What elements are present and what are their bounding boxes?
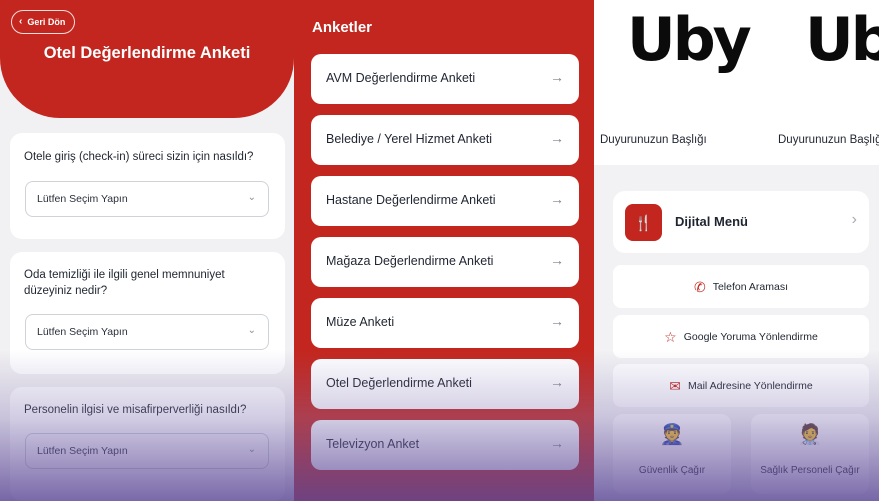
announcement-carousel: Uby Uby Duyurunuzun Başlığı Duyurunuzun … (594, 0, 879, 165)
survey-header: ‹ Geri Dön Otel Değerlendirme Anketi (0, 0, 294, 118)
brand-logo: Uby (627, 5, 752, 75)
back-button-label: Geri Dön (27, 17, 66, 27)
survey-item-label: AVM Değerlendirme Anketi (326, 71, 476, 85)
question-card: Oda temizliği ile ilgili genel memnuniye… (10, 252, 285, 374)
call-medical-staff-label: Sağlık Personeli Çağır (760, 465, 860, 476)
mail-button[interactable]: ✉ Mail Adresine Yönlendirme (613, 364, 869, 407)
call-security-label: Güvenlik Çağır (638, 465, 706, 476)
chevron-down-icon: ⌄ (247, 444, 256, 455)
mail-label: Mail Adresine Yönlendirme (688, 379, 813, 392)
chevron-down-icon: ⌄ (247, 325, 256, 336)
question-text: Otele giriş (check-in) süreci sizin için… (24, 151, 254, 163)
fork-knife-icon: 🍴 (625, 204, 662, 241)
survey-item-label: Müze Anketi (326, 315, 395, 329)
google-review-button[interactable]: ☆ Google Yoruma Yönlendirme (613, 315, 869, 358)
survey-item-label: Mağaza Değerlendirme Anketi (326, 254, 494, 268)
answer-select-value: Lütfen Seçim Yapın (37, 193, 128, 205)
arrow-right-icon: → (550, 69, 564, 85)
survey-item-label: Hastane Değerlendirme Anketi (326, 193, 496, 207)
call-medical-staff-button[interactable]: 🧑‍⚕ Sağlık Personeli Çağır (751, 414, 869, 494)
arrow-right-icon: → (550, 252, 564, 268)
arrow-right-icon: → (550, 313, 564, 329)
digital-menu-button[interactable]: 🍴 Dijital Menü › (613, 191, 869, 253)
brand-logo: Uby (805, 5, 879, 75)
arrow-right-icon: → (550, 435, 564, 451)
question-card: Otele giriş (check-in) süreci sizin için… (10, 133, 285, 239)
arrow-right-icon: → (550, 130, 564, 146)
google-review-label: Google Yoruma Yönlendirme (683, 330, 818, 343)
survey-item[interactable]: Otel Değerlendirme Anketi → (311, 359, 579, 409)
survey-form-panel: ‹ Geri Dön Otel Değerlendirme Anketi Ote… (0, 0, 294, 501)
survey-item[interactable]: Televizyon Anket → (311, 420, 579, 470)
question-card: Personelin ilgisi ve misafirperverliği n… (10, 387, 285, 501)
answer-select[interactable]: Lütfen Seçim Yapın ⌄ (25, 314, 269, 350)
answer-select-value: Lütfen Seçim Yapın (37, 326, 128, 338)
survey-item[interactable]: AVM Değerlendirme Anketi → (311, 54, 579, 104)
answer-select-value: Lütfen Seçim Yapın (37, 445, 128, 457)
announcement-title[interactable]: Duyurunuzun Başlığı (778, 134, 879, 146)
call-security-button[interactable]: 👮 Güvenlik Çağır (613, 414, 731, 494)
home-panel: Uby Uby Duyurunuzun Başlığı Duyurunuzun … (594, 0, 879, 501)
question-text: Oda temizliği ile ilgili genel memnuniye… (24, 269, 225, 297)
phone-call-label: Telefon Araması (712, 280, 789, 293)
survey-list-panel: Anketler AVM Değerlendirme Anketi → Bele… (294, 0, 594, 501)
mail-icon: ✉ (669, 377, 681, 394)
medical-staff-icon: 🧑‍⚕ (797, 424, 823, 446)
survey-item-label: Televizyon Anket (326, 437, 420, 451)
star-icon: ☆ (664, 328, 677, 345)
arrow-right-icon: → (550, 374, 564, 390)
announcement-title[interactable]: Duyurunuzun Başlığı (600, 134, 707, 146)
survey-item[interactable]: Mağaza Değerlendirme Anketi → (311, 237, 579, 287)
digital-menu-label: Dijital Menü (675, 214, 748, 229)
survey-item[interactable]: Belediye / Yerel Hizmet Anketi → (311, 115, 579, 165)
arrow-right-icon: → (550, 191, 564, 207)
security-guard-icon: 👮 (659, 424, 685, 446)
survey-list-title: Anketler (312, 19, 373, 36)
question-text: Personelin ilgisi ve misafirperverliği n… (24, 404, 247, 416)
survey-title: Otel Değerlendirme Anketi (43, 44, 251, 62)
survey-item[interactable]: Hastane Değerlendirme Anketi → (311, 176, 579, 226)
survey-item-label: Otel Değerlendirme Anketi (326, 376, 472, 390)
phone-call-button[interactable]: ✆ Telefon Araması (613, 265, 869, 308)
phone-icon: ✆ (693, 278, 706, 295)
survey-item[interactable]: Müze Anketi → (311, 298, 579, 348)
chevron-right-icon: › (851, 211, 857, 228)
answer-select[interactable]: Lütfen Seçim Yapın ⌄ (25, 181, 269, 217)
survey-item-label: Belediye / Yerel Hizmet Anketi (326, 132, 493, 146)
chevron-down-icon: ⌄ (247, 192, 256, 203)
back-button[interactable]: ‹ Geri Dön (11, 10, 76, 34)
chevron-left-icon: ‹ (19, 16, 23, 27)
answer-select[interactable]: Lütfen Seçim Yapın ⌄ (25, 433, 269, 469)
